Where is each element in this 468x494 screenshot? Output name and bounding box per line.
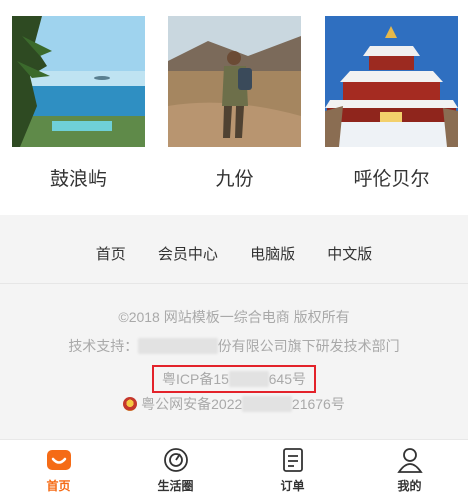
tab-label: 我的 xyxy=(397,479,422,493)
police-badge-icon xyxy=(123,397,138,411)
tech-support-suffix: 份有限公司旗下研发技术部门 xyxy=(217,338,400,354)
tab-label: 订单 xyxy=(280,479,305,493)
icp-suffix: 645号 xyxy=(268,371,306,387)
destination-card-hulunbuir[interactable]: 呼伦贝尔 xyxy=(325,16,458,190)
footer-link-home[interactable]: 首页 xyxy=(96,243,126,264)
copyright-text: ©2018 网站模板一综合电商 版权所有 xyxy=(118,309,350,325)
site-footer: 首页 会员中心 电脑版 中文版 ©2018 网站模板一综合电商 版权所有 技术支… xyxy=(0,215,468,439)
tech-support-line: 技术支持：████████份有限公司旗下研发技术部门 xyxy=(0,336,468,356)
redacted-company-name: ████████ xyxy=(138,338,218,354)
tab-label: 生活圈 xyxy=(157,479,194,493)
hiker-woman-photo xyxy=(168,16,301,147)
redacted-police-number: █████ xyxy=(242,396,292,412)
police-suffix: 21676号 xyxy=(291,396,345,412)
footer-link-chinese-version[interactable]: 中文版 xyxy=(327,243,372,264)
tab-profile[interactable]: 我的 xyxy=(351,440,468,494)
tab-home[interactable]: 首页 xyxy=(0,440,117,494)
snow-temple-photo xyxy=(325,16,458,147)
destination-caption: 呼伦贝尔 xyxy=(353,169,430,190)
destination-card-gulangyu[interactable]: 鼓浪屿 xyxy=(12,16,145,190)
home-smile-icon xyxy=(47,450,71,470)
police-prefix: 粤公网安备2022 xyxy=(141,396,243,412)
police-record-line[interactable]: 粤公网安备2022█████21676号 xyxy=(0,394,468,414)
bottom-tab-bar: 首页 生活圈 订单 我的 xyxy=(0,439,468,494)
destination-gallery: 鼓浪屿 九份 呼伦贝尔 xyxy=(0,0,468,215)
life-circle-icon xyxy=(164,448,188,472)
footer-link-desktop-version[interactable]: 电脑版 xyxy=(250,243,295,264)
destination-card-jiufen[interactable]: 九份 xyxy=(168,16,301,190)
redacted-icp-number: ████ xyxy=(228,371,269,387)
footer-nav: 首页 会员中心 电脑版 中文版 xyxy=(0,243,468,264)
icp-highlight-box[interactable]: 粤ICP备15████645号 xyxy=(152,365,316,393)
icp-line: 粤ICP备15████645号 xyxy=(0,365,468,393)
footer-divider xyxy=(0,283,468,284)
order-list-icon xyxy=(283,448,303,472)
destination-caption: 九份 xyxy=(215,169,254,190)
footer-link-member-center[interactable]: 会员中心 xyxy=(158,243,218,264)
tab-life-circle[interactable]: 生活圈 xyxy=(117,440,234,494)
user-icon xyxy=(397,448,423,473)
icp-prefix: 粤ICP备15 xyxy=(162,371,229,387)
tab-label: 首页 xyxy=(46,479,71,493)
destination-caption: 鼓浪屿 xyxy=(49,169,107,190)
beach-palm-photo xyxy=(12,16,145,147)
tech-support-prefix: 技术支持： xyxy=(68,338,139,354)
tab-orders[interactable]: 订单 xyxy=(234,440,351,494)
